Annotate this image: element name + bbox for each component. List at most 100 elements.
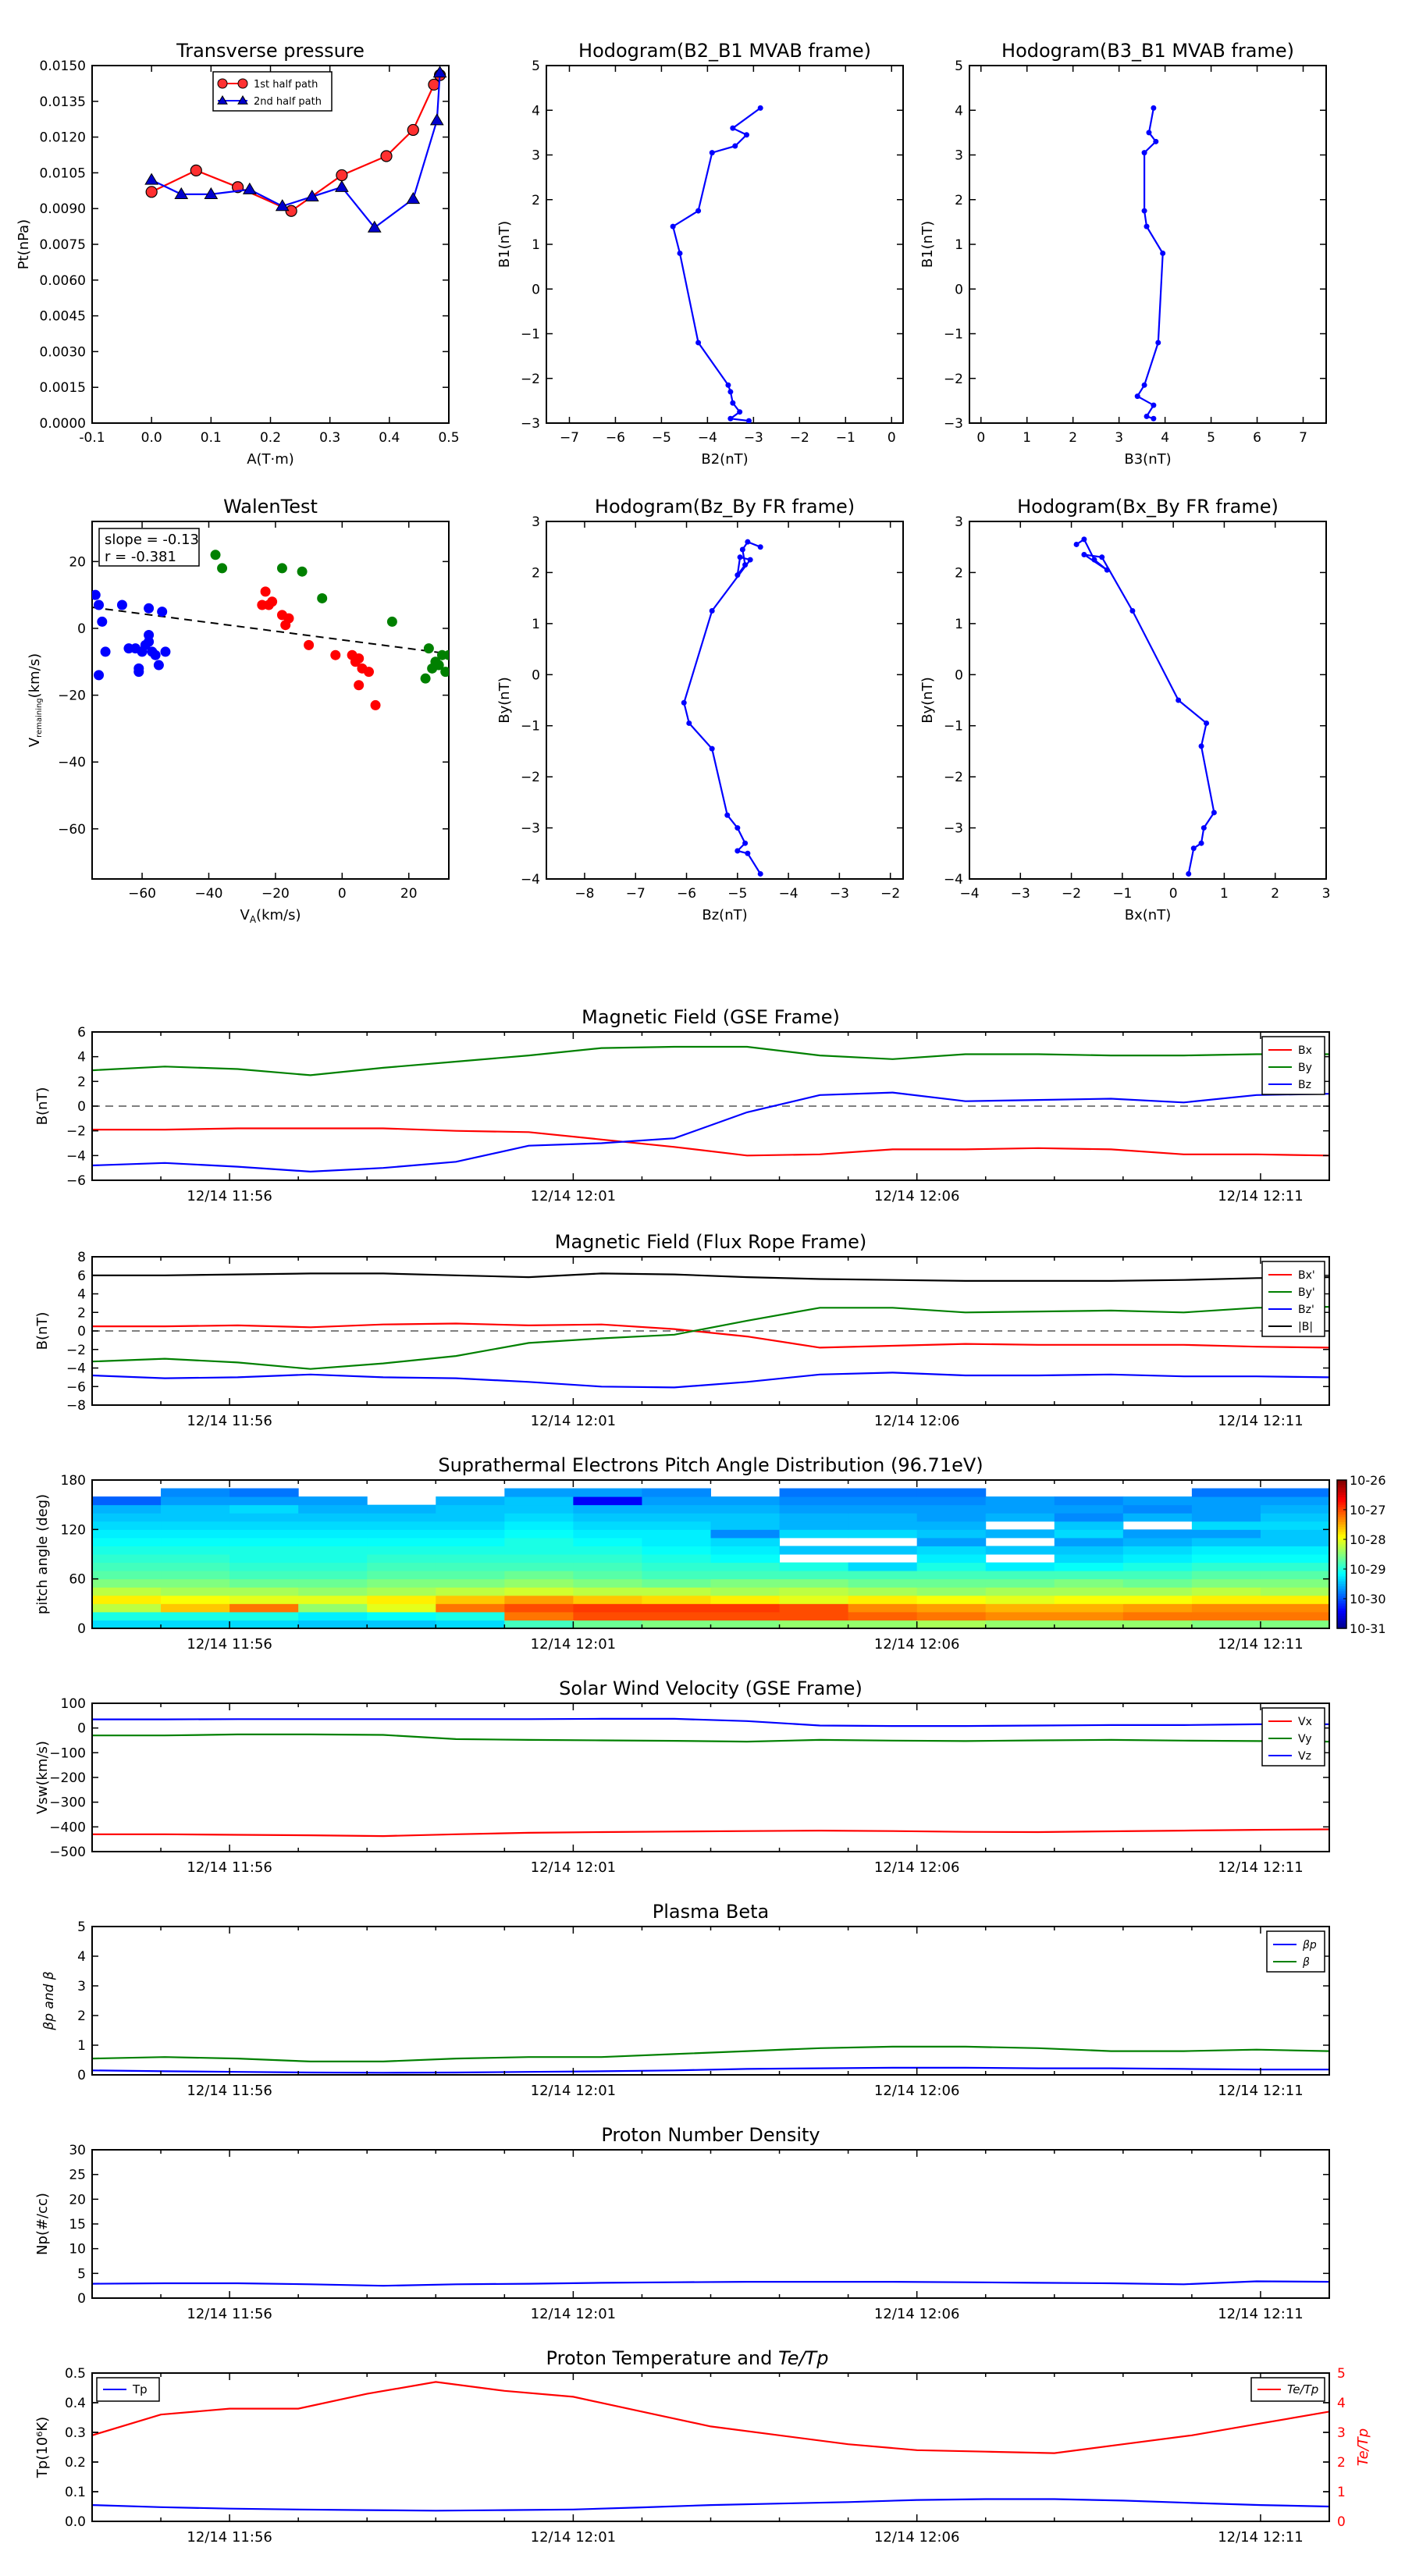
data-point — [1081, 552, 1087, 558]
y-tick-label: 20 — [69, 554, 86, 570]
x-tick-label: 0 — [338, 886, 347, 902]
series-line — [92, 1372, 1329, 1389]
heatmap-cell — [436, 1603, 505, 1613]
axes-frame — [91, 521, 450, 880]
y-tick-label: 5 — [955, 59, 963, 74]
heatmap-cell — [1191, 1578, 1261, 1588]
heatmap-cell — [916, 1513, 987, 1522]
heatmap-cell — [1260, 1529, 1329, 1539]
time-tick-label: 12/14 11:56 — [187, 2529, 272, 2546]
heatmap-cell — [436, 1571, 505, 1580]
y-tick-label: 0.0105 — [40, 165, 86, 181]
heatmap-cell — [985, 1496, 1055, 1506]
data-point — [1129, 608, 1136, 614]
y-axis-label: Tp(10⁶K) — [34, 2417, 51, 2478]
time-tick-label: 12/14 12:11 — [1218, 2083, 1303, 2099]
heatmap-cell — [92, 1537, 162, 1546]
data-point — [1091, 557, 1097, 563]
legend-marker — [237, 78, 248, 89]
data-point — [1141, 208, 1147, 214]
series-line — [92, 1045, 1329, 1076]
heatmap-cell — [916, 1578, 987, 1588]
y-tick-label: 2 — [532, 565, 540, 581]
time-tick-label: 12/14 12:06 — [874, 1413, 959, 1429]
data-point — [1151, 415, 1157, 422]
heatmap-cell — [573, 1529, 642, 1539]
heatmap-cell — [1191, 1554, 1261, 1564]
y-axis-label: B(nT) — [34, 1087, 51, 1126]
np-panel: Proton Number Density 12/14 11:56 12/14 12… — [34, 2124, 1330, 2322]
heatmap-cell — [573, 1537, 642, 1546]
y-tick-label: 0.0120 — [40, 130, 86, 146]
bfr-panel: Magnetic Field (Flux Rope Frame) 12/14 11… — [34, 1231, 1330, 1429]
heatmap-cell — [710, 1571, 781, 1580]
y-tick-label: −100 — [49, 1745, 86, 1761]
y-tick-label: 15 — [69, 2217, 86, 2233]
heatmap-cell — [985, 1603, 1055, 1613]
data-point — [739, 546, 745, 553]
heatmap-cell — [504, 1611, 574, 1621]
data-point — [757, 105, 763, 111]
time-tick-label: 12/14 12:11 — [1218, 2306, 1303, 2322]
legend: 1st half path 2nd half path — [212, 71, 333, 112]
plot-area — [1134, 105, 1166, 422]
series-line — [1136, 108, 1164, 420]
heatmap-cell — [436, 1595, 505, 1604]
data-point — [742, 562, 749, 568]
plot-area — [681, 539, 763, 877]
time-tick-label: 12/14 11:56 — [187, 1413, 272, 1429]
data-point — [1204, 720, 1210, 726]
legend-label: Bx' — [1298, 1269, 1315, 1282]
data-point — [730, 400, 736, 406]
x-tick-label: −3 — [830, 886, 849, 902]
y-tick-label: 60 — [69, 1572, 86, 1588]
heatmap-cell — [710, 1554, 781, 1564]
heatmap-cell — [710, 1529, 781, 1539]
y-tick-label: 2 — [955, 193, 963, 208]
heatmap-cell — [1260, 1571, 1329, 1580]
y-tick-label: 1 — [532, 617, 540, 632]
y-tick-label: −4 — [66, 1148, 86, 1164]
y-tick-label: 3 — [955, 514, 963, 530]
heatmap-cell — [642, 1537, 711, 1546]
heatmap-cell — [573, 1546, 642, 1555]
x-tick-label: −1 — [1112, 886, 1132, 902]
heatmap-cell — [916, 1529, 987, 1539]
data-point — [1176, 697, 1182, 703]
y-tick-label: 5 — [532, 59, 540, 74]
x-tick-label: 20 — [400, 886, 418, 902]
heatmap-cell — [1054, 1513, 1124, 1522]
data-point — [157, 607, 168, 617]
y-tick-label: −6 — [66, 1173, 86, 1189]
y-tick-label: 0 — [532, 282, 540, 297]
y-tick-label: 0 — [77, 1099, 86, 1115]
y-tick-label: −2 — [944, 372, 963, 387]
y-tick-label: 5 — [77, 2266, 86, 2282]
pad-panel: Suprathermal Electrons Pitch Angle Distr… — [34, 1454, 1386, 1653]
time-tick-label: 12/14 12:01 — [531, 1636, 616, 1653]
heatmap-cell — [1054, 1554, 1124, 1564]
heatmap-cell — [504, 1554, 574, 1564]
heatmap-cell — [1191, 1611, 1261, 1621]
axes-frame — [546, 65, 904, 424]
heatmap-cell — [161, 1504, 230, 1514]
y-tick-label: 2 — [77, 1074, 86, 1090]
data-point — [406, 192, 421, 205]
data-point — [745, 539, 751, 545]
heatmap-cell — [229, 1488, 299, 1497]
data-point — [94, 670, 105, 681]
data-point — [100, 646, 111, 657]
heatmap-cell — [573, 1620, 642, 1628]
data-point — [1200, 825, 1207, 831]
heatmap-cell — [642, 1595, 711, 1604]
y-tick-label: 2 — [532, 193, 540, 208]
heatmap-cell — [642, 1513, 711, 1522]
x-tick-label: 6 — [1253, 430, 1261, 446]
y-tick-label: 1 — [1337, 2485, 1346, 2500]
heatmap-cell — [1191, 1562, 1261, 1571]
heatmap-cell — [504, 1537, 574, 1546]
heatmap-cell — [779, 1562, 849, 1571]
x-tick-label: −4 — [779, 886, 799, 902]
colorbar-label: 10-26 — [1350, 1473, 1386, 1488]
colorbar-label: 10-31 — [1350, 1621, 1386, 1636]
